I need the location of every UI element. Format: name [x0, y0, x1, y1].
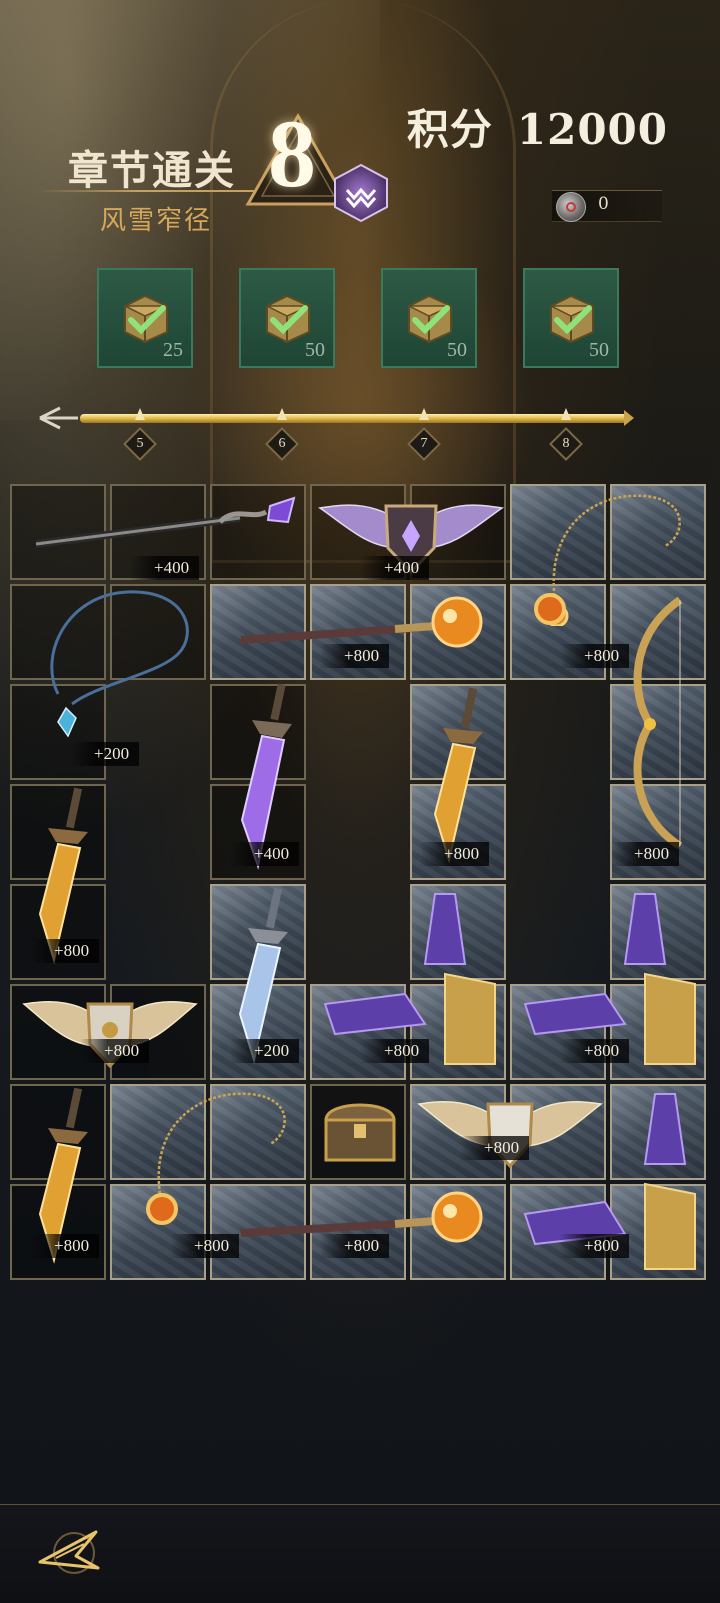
milestone-pin	[277, 408, 287, 420]
item-value: +400	[130, 556, 200, 580]
grid-cell-empty[interactable]	[110, 584, 206, 680]
grid-cell-empty[interactable]	[10, 1184, 106, 1280]
reward-chest-2[interactable]: 50	[239, 268, 335, 368]
chest-value: 50	[447, 339, 467, 361]
item-value: +800	[560, 1039, 630, 1063]
grid-cell-empty[interactable]	[10, 984, 106, 1080]
grid-cell-gem[interactable]	[410, 684, 506, 780]
back-arrow-icon[interactable]	[36, 1522, 104, 1584]
grid-cell-gem[interactable]	[510, 984, 606, 1080]
grid-cell-gem[interactable]	[210, 1184, 306, 1280]
item-value: +800	[560, 644, 630, 668]
grid-cell-gem[interactable]	[210, 584, 306, 680]
item-value: +400	[360, 556, 430, 580]
grid-cell-empty[interactable]	[10, 584, 106, 680]
milestone-pin	[561, 408, 571, 420]
grid-cell-gem[interactable]	[210, 1084, 306, 1180]
reward-chest-4[interactable]: 50	[523, 268, 619, 368]
milestone-number: 8	[562, 436, 570, 451]
grid-cell-empty[interactable]	[310, 1084, 406, 1180]
milestone-pin	[419, 408, 429, 420]
item-value: +800	[30, 1234, 100, 1258]
score-label: 积分	[406, 105, 493, 154]
grid-cell-gem[interactable]	[510, 1084, 606, 1180]
grid-cell-gem[interactable]	[610, 1184, 706, 1280]
item-value: +200	[230, 1039, 300, 1063]
token-count: 0	[598, 194, 609, 214]
grid-cell-gem[interactable]	[210, 884, 306, 980]
page-title: 章节通关	[68, 147, 236, 194]
chest-claimed-icon	[266, 294, 310, 344]
track-end-icon	[624, 410, 634, 426]
grid-cell-empty[interactable]	[210, 684, 306, 780]
chest-value: 50	[305, 339, 325, 361]
grid-cell-gem[interactable]	[610, 484, 706, 580]
item-value: +800	[460, 1136, 530, 1160]
milestone-pin	[135, 408, 145, 420]
arrow-left-icon	[39, 406, 78, 430]
grid-cell-gem[interactable]	[310, 1184, 406, 1280]
chest-value: 50	[589, 339, 609, 361]
chest-claimed-icon	[550, 294, 594, 344]
chest-claimed-icon	[124, 294, 168, 344]
grid-cell-gem[interactable]	[410, 1184, 506, 1280]
inventory-grid: +400 +400 +200 +800 +800 +800 +400 +800 …	[10, 484, 710, 1284]
score-display: 积分 12000	[407, 96, 668, 157]
grid-cell-gem[interactable]	[410, 884, 506, 980]
reward-chest-3[interactable]: 50	[381, 268, 477, 368]
chapter-subtitle: 风雪窄径	[100, 206, 213, 236]
chest-claimed-icon	[408, 294, 452, 344]
item-value: +800	[170, 1234, 240, 1258]
grid-cell-empty[interactable]	[10, 784, 106, 880]
chapter-progress-bar	[80, 414, 630, 423]
grid-cell-gem[interactable]	[410, 1084, 506, 1180]
grid-cell-empty[interactable]	[10, 484, 106, 580]
grid-cell-gem[interactable]	[410, 584, 506, 680]
milestone-number: 7	[420, 436, 428, 451]
item-value: +200	[70, 742, 140, 766]
grid-cell-gem[interactable]	[110, 1084, 206, 1180]
item-value: +800	[80, 1039, 150, 1063]
item-value: +800	[610, 842, 680, 866]
grid-cell-empty[interactable]	[110, 984, 206, 1080]
score-value: 12000	[516, 105, 668, 154]
token-coin-icon	[556, 192, 586, 222]
grid-cell-empty[interactable]	[10, 884, 106, 980]
item-value: +800	[30, 939, 100, 963]
grid-cell-empty[interactable]	[210, 484, 306, 580]
item-value: +800	[320, 1234, 390, 1258]
grid-cell-gem[interactable]	[610, 884, 706, 980]
bottom-bar	[0, 1504, 720, 1603]
milestone-number: 5	[136, 436, 144, 451]
item-value: +800	[560, 1234, 630, 1258]
grid-cell-gem[interactable]	[510, 484, 606, 580]
rune-hexagon-icon[interactable]	[330, 162, 392, 224]
item-value: +400	[230, 842, 300, 866]
chest-value: 25	[163, 339, 183, 361]
item-value: +800	[360, 1039, 430, 1063]
milestone-number: 6	[278, 436, 286, 451]
item-value: +800	[320, 644, 390, 668]
grid-cell-gem[interactable]	[610, 1084, 706, 1180]
grid-cell-empty[interactable]	[10, 1084, 106, 1180]
grid-cell-gem[interactable]	[410, 984, 506, 1080]
reward-chest-1[interactable]: 25	[97, 268, 193, 368]
grid-cell-gem[interactable]	[610, 984, 706, 1080]
item-value: +800	[420, 842, 490, 866]
grid-cell-gem[interactable]	[210, 984, 306, 1080]
grid-cell-gem[interactable]	[510, 1184, 606, 1280]
grid-cell-gem[interactable]	[610, 684, 706, 780]
grid-cell-gem[interactable]	[310, 984, 406, 1080]
grid-cell-gem[interactable]	[110, 1184, 206, 1280]
chapter-number: 8	[268, 100, 316, 207]
